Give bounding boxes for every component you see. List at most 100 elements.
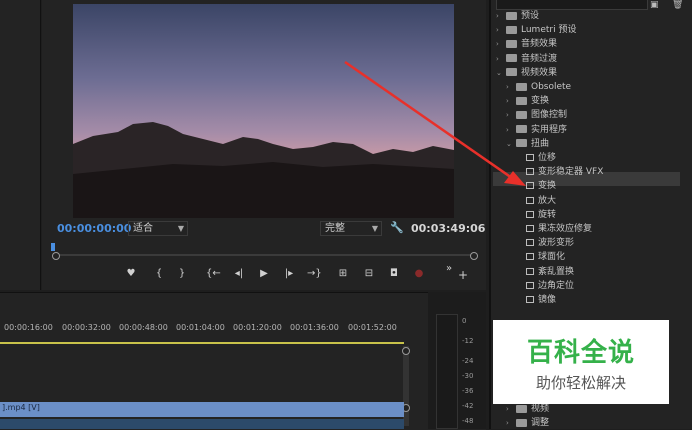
- folder-icon: [516, 404, 527, 413]
- effects-folder[interactable]: › 预设: [496, 9, 539, 23]
- ruler-tick-label: 00:01:36:00: [290, 323, 339, 332]
- meter-label: -12: [462, 337, 474, 345]
- effects-folder[interactable]: › 变换: [506, 94, 549, 108]
- work-area-bar[interactable]: [0, 342, 404, 344]
- scroll-handle-top[interactable]: [402, 347, 410, 355]
- effect-item[interactable]: 放大: [516, 194, 556, 208]
- effect-icon: [526, 196, 534, 204]
- playhead-scrubber-track[interactable]: [55, 254, 471, 256]
- more-controls-icon[interactable]: »: [442, 263, 456, 274]
- effects-folder[interactable]: › 实用程序: [506, 123, 567, 137]
- tree-item-label: 变换: [538, 181, 557, 192]
- folder-icon: [506, 39, 517, 48]
- current-timecode[interactable]: 00:00:00:00: [57, 222, 131, 235]
- folder-icon: [506, 54, 517, 63]
- chevron-right-icon[interactable]: ›: [506, 94, 516, 108]
- tree-item-label: 视频: [531, 404, 550, 414]
- zoom-handle-left[interactable]: [52, 252, 60, 260]
- effect-item[interactable]: 波形变形: [516, 236, 574, 250]
- watermark-title: 百科全说: [526, 338, 635, 368]
- new-bin-icon[interactable]: ▣: [650, 0, 659, 10]
- ruler-tick-label: 00:00:32:00: [62, 323, 111, 332]
- meter-label: -36: [462, 387, 474, 395]
- video-frame-image: [73, 4, 454, 218]
- chevron-right-icon[interactable]: ›: [506, 108, 516, 122]
- folder-icon: [516, 418, 527, 427]
- effect-item[interactable]: 旋转: [516, 208, 556, 222]
- chevron-right-icon[interactable]: ›: [506, 80, 516, 94]
- effect-icon: [526, 182, 534, 190]
- go-to-out-icon[interactable]: →}: [307, 268, 322, 279]
- tree-item-label: 扭曲: [531, 138, 550, 149]
- effects-folder[interactable]: › Lumetri 预设: [496, 23, 576, 37]
- chevron-right-icon[interactable]: ›: [496, 9, 506, 23]
- add-marker-icon[interactable]: ♥: [124, 268, 138, 279]
- playhead-handle[interactable]: [51, 243, 55, 251]
- overwrite-icon[interactable]: ⊟: [362, 268, 376, 279]
- effects-folder[interactable]: ⌄ 扭曲: [506, 137, 549, 151]
- effects-folder[interactable]: › 音频效果: [496, 37, 557, 51]
- watermark-subtitle: 助你轻松解决: [535, 374, 626, 392]
- clip-label: ].mp4 [V]: [2, 403, 40, 412]
- settings-wrench-icon[interactable]: 🔧: [390, 221, 404, 234]
- effect-item[interactable]: 位移: [516, 151, 556, 165]
- chevron-down-icon[interactable]: ⌄: [506, 137, 516, 151]
- play-icon[interactable]: ▶: [257, 268, 271, 279]
- step-back-icon[interactable]: ◂|: [232, 268, 246, 279]
- effect-item[interactable]: 变形稳定器 VFX: [516, 165, 603, 179]
- audio-clip[interactable]: [0, 419, 404, 429]
- tree-item-label: 音频效果: [521, 39, 558, 50]
- effect-item[interactable]: 边角定位: [516, 279, 574, 293]
- insert-icon[interactable]: ⊞: [336, 268, 350, 279]
- chevron-down-icon: ▼: [371, 224, 378, 233]
- effects-folder[interactable]: › 调整: [506, 416, 549, 430]
- folder-icon: [506, 11, 517, 20]
- effects-folder[interactable]: ⌄ 视频效果: [496, 66, 557, 80]
- export-frame-icon[interactable]: ◘: [387, 268, 401, 279]
- chevron-right-icon[interactable]: ›: [506, 123, 516, 137]
- add-button-icon[interactable]: +: [456, 268, 470, 282]
- tree-item-label: 紊乱置换: [538, 266, 575, 277]
- chevron-right-icon[interactable]: ›: [496, 52, 506, 66]
- chevron-right-icon[interactable]: ›: [496, 37, 506, 51]
- video-preview[interactable]: [73, 4, 454, 218]
- effect-item[interactable]: 紊乱置换: [516, 265, 574, 279]
- effect-item[interactable]: 球面化: [516, 250, 565, 264]
- fit-select[interactable]: 适合 ▼: [128, 221, 188, 236]
- mark-in-icon[interactable]: {: [152, 268, 166, 279]
- chevron-right-icon[interactable]: ›: [506, 402, 516, 416]
- meter-label: -42: [462, 402, 474, 410]
- folder-icon: [516, 96, 527, 105]
- effects-folder[interactable]: › 视频: [506, 402, 549, 416]
- mark-out-icon[interactable]: }: [175, 268, 189, 279]
- effect-icon: [526, 168, 534, 176]
- effect-icon: [526, 253, 534, 261]
- effect-icon: [526, 225, 534, 232]
- chevron-right-icon[interactable]: ›: [506, 416, 516, 430]
- effect-item[interactable]: 镜像: [516, 293, 556, 307]
- effects-folder[interactable]: › 图像控制: [506, 108, 567, 122]
- tree-item-label: 变形稳定器 VFX: [538, 167, 604, 178]
- fit-select-value: 适合: [133, 223, 153, 234]
- effect-icon: [526, 281, 534, 289]
- effects-folder[interactable]: › Obsolete: [506, 80, 571, 94]
- zoom-handle-right[interactable]: [470, 252, 478, 260]
- step-forward-icon[interactable]: |▸: [282, 268, 296, 279]
- playback-resolution-select[interactable]: 完整 ▼: [320, 221, 382, 236]
- record-icon[interactable]: ●: [412, 268, 426, 279]
- ruler-tick-label: 00:01:20:00: [233, 323, 282, 332]
- effects-folder[interactable]: › 音频过渡: [496, 52, 557, 66]
- chevron-down-icon[interactable]: ⌄: [496, 66, 506, 80]
- meter-label: -30: [462, 372, 474, 380]
- tree-item-label: 旋转: [538, 209, 557, 220]
- chevron-right-icon[interactable]: ›: [496, 23, 506, 37]
- delete-icon[interactable]: 🗑: [672, 0, 683, 10]
- ruler-tick-label: 00:01:04:00: [176, 323, 225, 332]
- go-to-in-icon[interactable]: {←: [206, 268, 221, 279]
- effect-icon: [526, 267, 534, 275]
- effect-icon: [526, 296, 534, 303]
- video-clip[interactable]: [0, 402, 404, 417]
- tree-item-label: Lumetri 预设: [521, 25, 577, 36]
- effect-item[interactable]: 果冻效应修复: [516, 222, 592, 236]
- effect-item[interactable]: 变换: [516, 179, 556, 193]
